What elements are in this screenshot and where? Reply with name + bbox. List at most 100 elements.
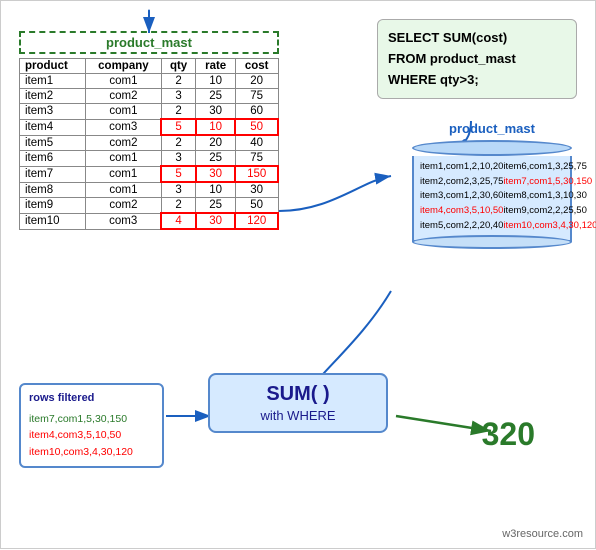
db-row-right: item9,com2,2,25,50	[503, 204, 586, 219]
table-cell: 10	[196, 119, 235, 135]
table-cell: com3	[86, 119, 162, 135]
db-row-right: item6,com1,3,25,75	[503, 160, 586, 175]
col-rate: rate	[196, 59, 235, 74]
db-label: product_mast	[407, 121, 577, 136]
table-cell: 75	[235, 151, 278, 167]
table-cell: item9	[20, 198, 86, 214]
table-row: item10com3430120	[20, 213, 279, 229]
table-cell: com2	[86, 135, 162, 151]
table-cell: com1	[86, 74, 162, 89]
table-cell: item1	[20, 74, 86, 89]
table-cell: 75	[235, 89, 278, 104]
col-qty: qty	[161, 59, 196, 74]
sql-line1: SELECT SUM(cost)	[388, 30, 507, 45]
db-cylinder: item1,com1,2,10,20item6,com1,3,25,75item…	[407, 140, 577, 249]
table-cell: item7	[20, 166, 86, 182]
db-body: item1,com1,2,10,20item6,com1,3,25,75item…	[412, 156, 572, 242]
table-row: item1com121020	[20, 74, 279, 89]
table-cell: 30	[235, 182, 278, 198]
table-row: item3com123060	[20, 104, 279, 120]
sql-box: SELECT SUM(cost) FROM product_mast WHERE…	[377, 19, 577, 99]
sum-subtitle: with WHERE	[220, 408, 376, 423]
table-cell: 3	[161, 89, 196, 104]
table-cell: 50	[235, 119, 278, 135]
db-row-left: item4,com3,5,10,50	[420, 204, 503, 219]
db-row-left: item5,com2,2,20,40	[420, 219, 503, 234]
table-cell: 25	[196, 198, 235, 214]
db-row-right: item7,com1,5,30,150	[503, 175, 592, 190]
table-cell: 50	[235, 198, 278, 214]
table-row: item2com232575	[20, 89, 279, 104]
table-cell: item10	[20, 213, 86, 229]
table-cell: 20	[235, 74, 278, 89]
table-cell: com1	[86, 104, 162, 120]
filtered-box: rows filtered item7,com1,5,30,150item4,c…	[19, 383, 164, 468]
db-row-left: item3,com1,2,30,60	[420, 189, 503, 204]
table-cell: 10	[196, 74, 235, 89]
table-cell: 3	[161, 151, 196, 167]
table-cell: 2	[161, 74, 196, 89]
table-cell: 60	[235, 104, 278, 120]
db-top	[412, 140, 572, 156]
db-bottom-ellipse	[412, 235, 572, 249]
table-header-row: product company qty rate cost	[20, 59, 279, 74]
table-cell: com1	[86, 166, 162, 182]
table-cell: 30	[196, 213, 235, 229]
sql-line3: WHERE qty>3;	[388, 72, 479, 87]
sum-box: SUM( ) with WHERE	[208, 373, 388, 433]
filtered-items: item7,com1,5,30,150item4,com3,5,10,50ite…	[29, 411, 154, 461]
table-row: item4com351050	[20, 119, 279, 135]
table-cell: 30	[196, 104, 235, 120]
table-row: item7com1530150	[20, 166, 279, 182]
table-cell: 120	[235, 213, 278, 229]
col-product: product	[20, 59, 86, 74]
table-cell: 20	[196, 135, 235, 151]
table-cell: item3	[20, 104, 86, 120]
col-cost: cost	[235, 59, 278, 74]
db-row-left: item1,com1,2,10,20	[420, 160, 503, 175]
table-cell: item6	[20, 151, 86, 167]
table-cell: 3	[161, 182, 196, 198]
filtered-label: rows filtered	[29, 390, 154, 408]
table-cell: 2	[161, 104, 196, 120]
watermark: w3resource.com	[502, 528, 583, 540]
table-cell: 10	[196, 182, 235, 198]
table-row: item5com222040	[20, 135, 279, 151]
table-cell: 5	[161, 119, 196, 135]
table-title: product_mast	[19, 31, 279, 54]
table-cell: 25	[196, 89, 235, 104]
table-cell: item4	[20, 119, 86, 135]
sql-line2: FROM product_mast	[388, 51, 516, 66]
table-cell: 40	[235, 135, 278, 151]
col-company: company	[86, 59, 162, 74]
filtered-item: item7,com1,5,30,150	[29, 411, 154, 428]
result-value: 320	[482, 416, 535, 453]
filtered-item: item10,com3,4,30,120	[29, 444, 154, 461]
table-cell: 4	[161, 213, 196, 229]
db-row-left: item2,com2,3,25,75	[420, 175, 503, 190]
sum-title: SUM( )	[220, 383, 376, 406]
table-cell: com2	[86, 89, 162, 104]
table-cell: com1	[86, 182, 162, 198]
table-cell: 5	[161, 166, 196, 182]
table-cell: item2	[20, 89, 86, 104]
db-row-right: item8,com1,3,10,30	[503, 189, 586, 204]
db-shape: product_mast item1,com1,2,10,20item6,com…	[407, 121, 577, 249]
table-cell: 2	[161, 198, 196, 214]
table-cell: com1	[86, 151, 162, 167]
filtered-item: item4,com3,5,10,50	[29, 427, 154, 444]
table-row: item9com222550	[20, 198, 279, 214]
table-cell: com2	[86, 198, 162, 214]
table-container: product_mast product company qty rate co…	[19, 31, 279, 230]
table-cell: item8	[20, 182, 86, 198]
table-row: item6com132575	[20, 151, 279, 167]
table-cell: com3	[86, 213, 162, 229]
table-cell: 150	[235, 166, 278, 182]
table-cell: 30	[196, 166, 235, 182]
data-table: product company qty rate cost item1com12…	[19, 58, 279, 230]
table-cell: 2	[161, 135, 196, 151]
table-cell: 25	[196, 151, 235, 167]
table-cell: item5	[20, 135, 86, 151]
main-container: SELECT SUM(cost) FROM product_mast WHERE…	[0, 0, 596, 549]
db-row-right: item10,com3,4,30,120	[503, 219, 596, 234]
